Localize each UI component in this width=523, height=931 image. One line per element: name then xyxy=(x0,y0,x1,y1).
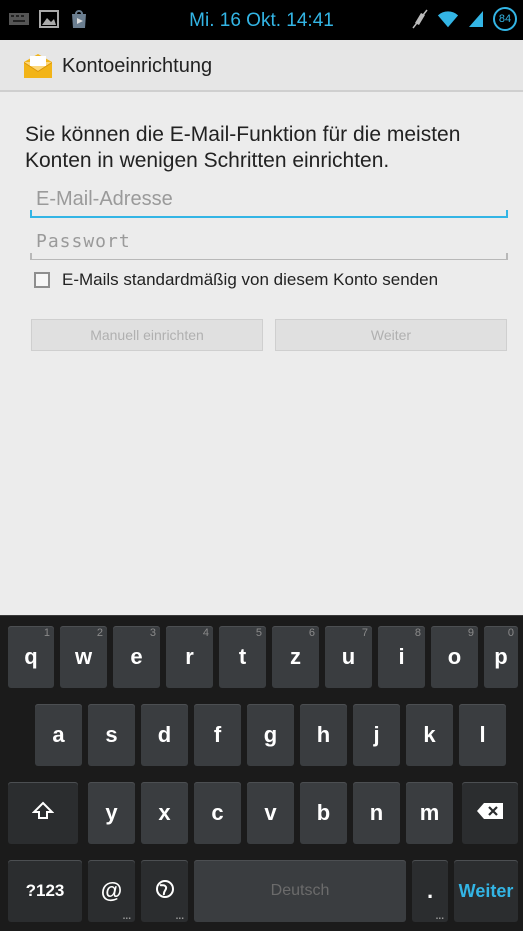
default-account-option[interactable]: E-Mails standardmäßig von diesem Konto s… xyxy=(34,270,438,290)
email-app-icon xyxy=(22,52,54,80)
default-account-checkbox[interactable] xyxy=(34,272,50,288)
signal-icon xyxy=(465,8,487,30)
account-setup-form: Sie können die E-Mail-Funktion für die m… xyxy=(0,92,523,615)
intro-text: Sie können die E-Mail-Funktion für die m… xyxy=(25,123,461,172)
soft-keyboard: q1 w2 e3 r4 t5 z6 u7 i8 o9 p0 a s d f g … xyxy=(0,615,523,931)
next-button[interactable]: Weiter xyxy=(275,319,507,351)
battery-icon: 84 xyxy=(493,7,517,31)
key-q[interactable]: q1 xyxy=(8,626,54,688)
key-u[interactable]: u7 xyxy=(325,626,372,688)
key-x[interactable]: x xyxy=(141,782,188,844)
key-j[interactable]: j xyxy=(353,704,400,766)
password-field[interactable] xyxy=(30,224,508,260)
key-m[interactable]: m xyxy=(406,782,453,844)
action-bar: Kontoeinrichtung xyxy=(0,40,523,92)
manual-setup-button[interactable]: Manuell einrichten xyxy=(31,319,263,351)
symbols-key[interactable]: ?123 xyxy=(8,860,82,922)
mute-icon xyxy=(409,8,431,30)
email-field[interactable] xyxy=(30,182,508,218)
key-g[interactable]: g xyxy=(247,704,294,766)
key-w[interactable]: w2 xyxy=(60,626,107,688)
status-indicators: 84 xyxy=(409,7,517,31)
key-n[interactable]: n xyxy=(353,782,400,844)
email-input[interactable] xyxy=(30,182,508,216)
key-d[interactable]: d xyxy=(141,704,188,766)
default-account-label: E-Mails standardmäßig von diesem Konto s… xyxy=(62,270,439,289)
key-e[interactable]: e3 xyxy=(113,626,160,688)
key-y[interactable]: y xyxy=(88,782,135,844)
key-k[interactable]: k xyxy=(406,704,453,766)
shift-key[interactable] xyxy=(8,782,78,844)
shift-icon xyxy=(31,800,55,827)
wifi-icon xyxy=(437,8,459,30)
keyboard-next-key[interactable]: Weiter xyxy=(454,860,518,922)
key-o[interactable]: o9 xyxy=(431,626,478,688)
language-key[interactable]: ... xyxy=(141,860,188,922)
backspace-key[interactable] xyxy=(462,782,518,844)
status-bar: Mi. 16 Okt. 14:41 84 xyxy=(0,0,523,40)
key-t[interactable]: t5 xyxy=(219,626,266,688)
key-c[interactable]: c xyxy=(194,782,241,844)
key-r[interactable]: r4 xyxy=(166,626,213,688)
page-title: Kontoeinrichtung xyxy=(62,55,213,77)
key-l[interactable]: l xyxy=(459,704,506,766)
key-a[interactable]: a xyxy=(35,704,82,766)
key-v[interactable]: v xyxy=(247,782,294,844)
globe-icon xyxy=(155,879,175,904)
password-input[interactable] xyxy=(30,224,508,259)
at-key[interactable]: @... xyxy=(88,860,135,922)
key-f[interactable]: f xyxy=(194,704,241,766)
key-h[interactable]: h xyxy=(300,704,347,766)
key-z[interactable]: z6 xyxy=(272,626,319,688)
key-s[interactable]: s xyxy=(88,704,135,766)
space-key[interactable]: Deutsch xyxy=(194,860,406,922)
backspace-icon xyxy=(476,802,504,825)
key-p[interactable]: p0 xyxy=(484,626,518,688)
key-b[interactable]: b xyxy=(300,782,347,844)
key-i[interactable]: i8 xyxy=(378,626,425,688)
period-key[interactable]: .... xyxy=(412,860,448,922)
